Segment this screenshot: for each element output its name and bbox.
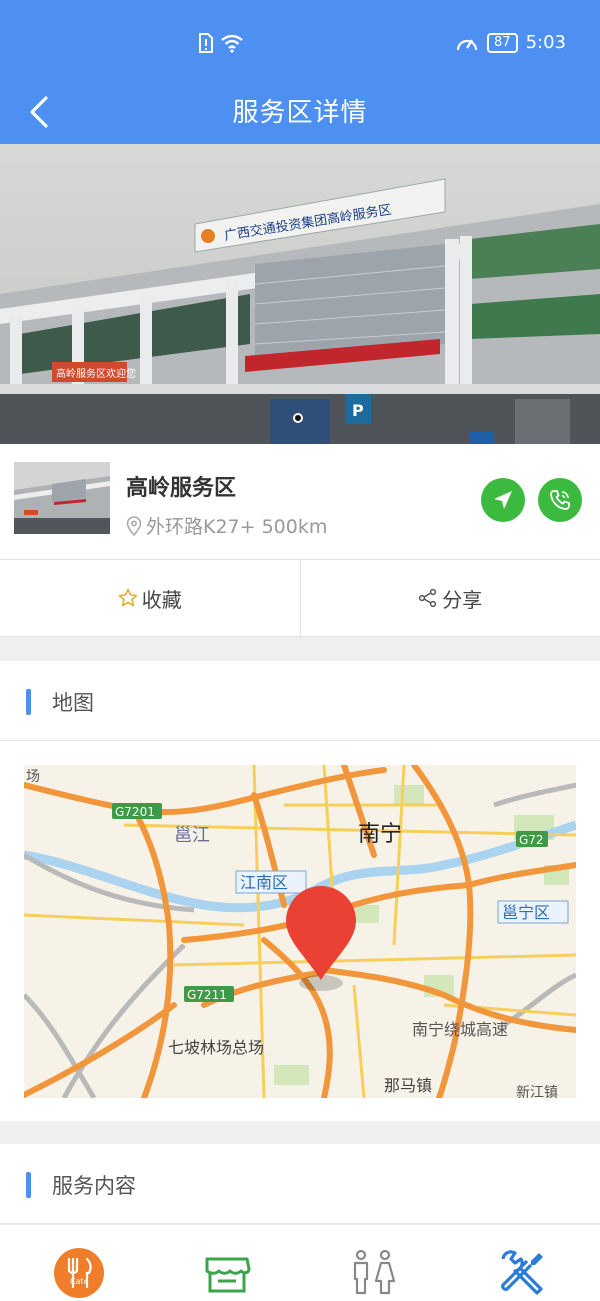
section-accent-bar [26, 1172, 31, 1198]
map-label-g7201: G7201 [115, 805, 155, 819]
food-service-button[interactable]: Cate [53, 1247, 109, 1301]
map-view[interactable]: G7201 G7211 G72 江南区 邕宁区 南宁 邕江 七坡林场总场 那马镇… [24, 765, 576, 1098]
location-text: 外环路K27+ 500km [146, 516, 328, 538]
services-section-header: 服务内容 [0, 1144, 600, 1224]
page-title: 服务区详情 [232, 98, 368, 128]
navigate-button[interactable] [481, 478, 525, 522]
service-area-info: 高岭服务区 外环路K27+ 500km [0, 444, 600, 560]
top-bar: 87 5:03 服务区详情 [0, 0, 600, 144]
speedometer-icon [456, 38, 478, 50]
favorite-label: 收藏 [141, 587, 182, 612]
map-section-header: 地图 [0, 661, 600, 741]
map-label-nanning: 南宁 [358, 822, 402, 847]
map-label-g72: G72 [519, 833, 544, 847]
share-button[interactable]: 分享 [299, 560, 600, 636]
status-icons-right: 87 5:03 [455, 32, 566, 53]
map-label-yongjiang: 邕江 [174, 825, 210, 846]
service-area-photo: 广西交通投资集团高岭服务区 高岭服务区欢迎您 P [0, 144, 600, 444]
map-label-xinjiang: 新江镇 [516, 1085, 558, 1098]
service-area-thumbnail [14, 462, 110, 534]
map-label-g7211: G7211 [187, 988, 227, 1002]
map-label-jiangnan: 江南区 [240, 873, 288, 892]
sim-alert-icon [199, 33, 213, 53]
map-section-title: 地图 [52, 691, 94, 715]
battery-indicator: 87 [487, 32, 518, 53]
nav-bar: 服务区详情 [0, 88, 600, 144]
service-area-location: 外环路K27+ 500km [126, 512, 327, 539]
service-icon-bar: Cate [0, 1224, 600, 1301]
carousel-indicator [293, 413, 303, 423]
status-time: 5:03 [525, 32, 566, 53]
map-label-yongning: 邕宁区 [502, 903, 550, 922]
location-pin-icon [126, 515, 142, 536]
wifi-icon [221, 34, 243, 53]
shop-service-button[interactable] [201, 1247, 257, 1301]
banner-text: 高岭服务区欢迎您 [56, 367, 136, 380]
services-section-title: 服务内容 [52, 1174, 136, 1198]
section-accent-bar [26, 689, 31, 715]
map-canvas: G7201 G7211 G72 江南区 邕宁区 南宁 邕江 七坡林场总场 那马镇… [24, 765, 576, 1098]
parking-sign-text: P [352, 401, 364, 420]
food-icon-label: Cate [70, 1277, 89, 1286]
restroom-icon [353, 1249, 396, 1295]
favorite-button[interactable]: 收藏 [0, 560, 300, 636]
status-icons-center [198, 32, 244, 54]
repair-service-button[interactable] [495, 1247, 551, 1301]
star-icon [118, 588, 138, 607]
map-label-ring-expressway: 南宁绕城高速 [412, 1020, 508, 1039]
call-button[interactable] [538, 478, 582, 522]
action-row: 收藏 分享 [0, 560, 600, 637]
share-label: 分享 [442, 587, 483, 612]
hero-carousel-image[interactable]: 广西交通投资集团高岭服务区 高岭服务区欢迎您 P [0, 144, 600, 444]
store-icon [205, 1257, 251, 1293]
service-area-name: 高岭服务区 [126, 476, 237, 501]
restaurant-icon: Cate [54, 1248, 104, 1298]
map-section: G7201 G7211 G72 江南区 邕宁区 南宁 邕江 七坡林场总场 那马镇… [0, 741, 600, 1121]
map-label-chang: 场 [26, 769, 40, 785]
map-label-qipo: 七坡林场总场 [168, 1038, 264, 1057]
navigation-arrow-icon [494, 491, 512, 509]
map-label-nama: 那马镇 [384, 1076, 432, 1095]
status-bar: 87 5:03 [0, 0, 600, 88]
restroom-service-button[interactable] [347, 1247, 403, 1301]
share-icon [419, 588, 437, 608]
tools-icon [501, 1250, 543, 1295]
phone-icon [550, 490, 570, 510]
